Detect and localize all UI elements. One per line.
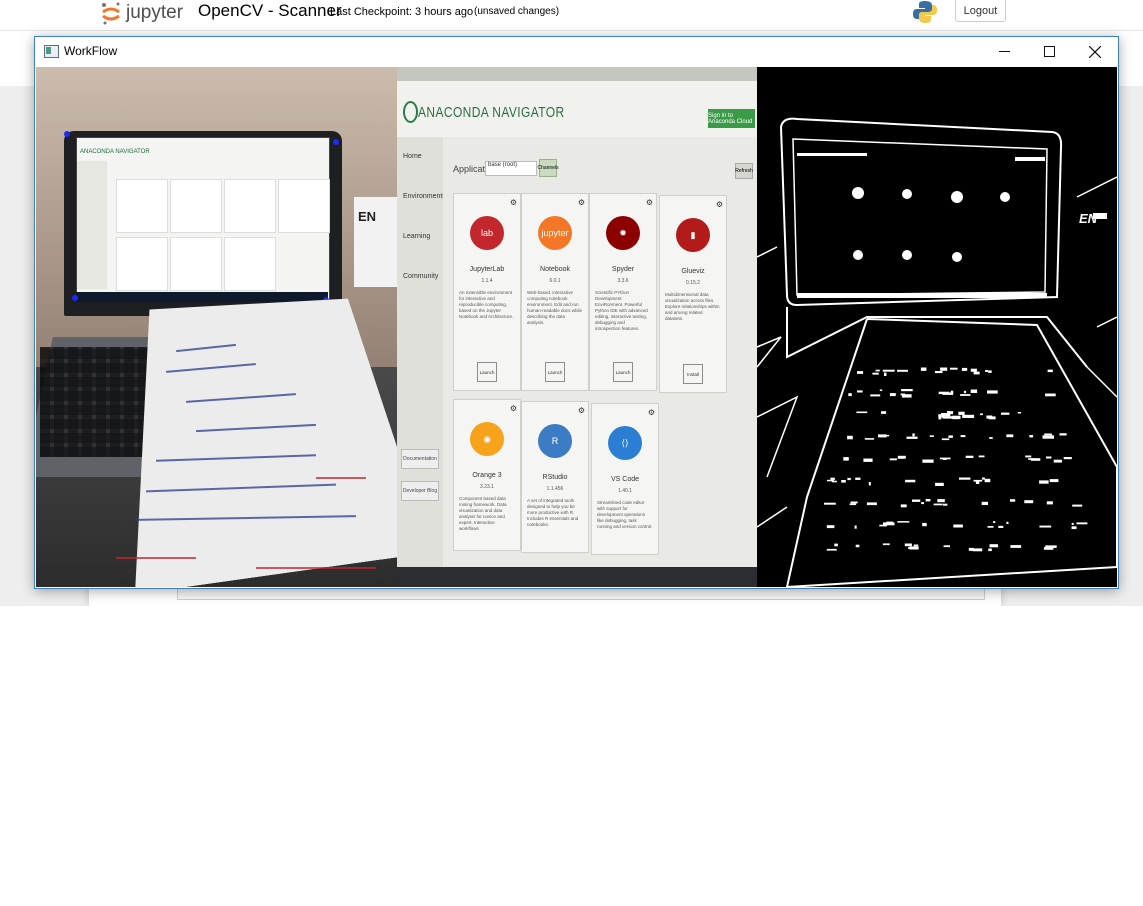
laptop-taskbar: [76, 292, 328, 302]
app-name: JupyterLab: [469, 266, 505, 273]
notebook-title[interactable]: OpenCV - Scanner: [198, 1, 342, 21]
app-name: Orange 3: [472, 472, 502, 479]
documentation-button: Documentation: [401, 449, 439, 469]
channels-button: Channels: [537, 159, 559, 177]
minimize-icon: [998, 51, 1010, 52]
box-brand-text: EN: [358, 209, 377, 224]
gear-icon: ⚙: [715, 200, 723, 209]
app-icon: ◉: [470, 422, 504, 456]
jupyter-logo[interactable]: jupyter: [100, 0, 183, 26]
scan-bottom-taskbar: [397, 567, 757, 587]
environment-select: base (root): [485, 161, 537, 176]
sidebar-item-community: Community: [403, 273, 439, 280]
gear-icon: ⚙: [509, 198, 517, 207]
signin-button: Sign in to Anaconda Cloud: [708, 109, 755, 128]
app-name: Notebook: [540, 266, 570, 273]
app-tile: ⚙ ⟨⟩ VS Code 1.40.1 Streamlined code editor …: [591, 403, 659, 555]
app-icon: ✹: [606, 216, 640, 250]
page-bottom: [0, 606, 1143, 906]
sidebar-item-learning: Learning: [403, 233, 431, 240]
app-name: RStudio: [542, 474, 568, 481]
corner-marker: [333, 139, 339, 145]
workflow-image-canvas: EN ANACONDA NAVIGATOR ANACONDA NAVIGATOR…: [36, 67, 1117, 587]
minimize-button[interactable]: [981, 37, 1027, 66]
app-version: 1.40.1: [618, 488, 632, 494]
app-tile: ⚙ ◉ Orange 3 3.23.1 Component based data min…: [453, 399, 521, 551]
app-description: Multidimensional data visualization acro…: [665, 292, 720, 321]
app-version: 3.23.1: [480, 484, 494, 490]
jupyter-logo-word: jupyter: [126, 2, 184, 23]
close-icon: [1089, 45, 1101, 58]
mini-navigator-title: ANACONDA NAVIGATOR: [80, 149, 150, 155]
warped-scan-panel: ANACONDA NAVIGATOR Sign in to Anaconda C…: [397, 67, 757, 587]
developer-blog-button: Developer Blog: [401, 481, 439, 501]
app-icon: R: [538, 424, 572, 458]
edge-detection-panel: EN: [757, 67, 1117, 587]
app-version: 0.15.2: [686, 280, 700, 286]
app-action-button: Launch: [477, 362, 497, 382]
jupyter-logo-icon: [102, 2, 120, 25]
window-title: WorkFlow: [64, 44, 118, 58]
app-tile: ⚙ R RStudio 1.1.456 A set of integrated tool…: [521, 401, 589, 553]
window-titlebar[interactable]: WorkFlow: [35, 37, 1118, 67]
gear-icon: ⚙: [647, 408, 655, 417]
corner-marker: [72, 295, 78, 301]
app-description: Component based data mining framework. D…: [459, 496, 507, 531]
checkpoint-status: Last Checkpoint: 3 hours ago: [330, 6, 474, 18]
edge-map: EN: [757, 117, 1117, 587]
gear-icon: ⚙: [509, 404, 517, 413]
app-version: 1.1.456: [546, 486, 564, 492]
app-action-button: Launch: [613, 362, 633, 382]
app-tile: ⚙ ▮ Glueviz 0.15.2 Multidimensional data vis…: [659, 195, 727, 393]
app-tile: ⚙ jupyter Notebook 6.0.1 Web-based, interact…: [521, 193, 589, 391]
unsaved-status: (unsaved changes): [474, 6, 560, 17]
app-version: 3.3.6: [617, 278, 629, 284]
maximize-icon: [1043, 46, 1055, 57]
anaconda-logo-icon: [403, 101, 418, 123]
navigator-sidebar: [397, 137, 443, 567]
app-icon: ⟨⟩: [608, 426, 642, 460]
app-icon: ▮: [676, 218, 710, 252]
refresh-button: Refresh: [735, 163, 753, 179]
edge-brand-text: EN: [1079, 211, 1098, 226]
gear-icon: ⚙: [577, 198, 585, 207]
python-kernel-icon: [913, 1, 937, 23]
app-description: Web-based, interactive computing noteboo…: [527, 290, 583, 325]
corner-marker: [64, 131, 70, 137]
app-description: Streamlined code editor with support for…: [597, 500, 653, 529]
app-name: Spyder: [611, 266, 635, 273]
app-icon: jupyter: [538, 216, 572, 250]
app-tile: ⚙ lab JupyterLab 1.1.4 An extensible environ…: [453, 193, 521, 391]
app-name: Glueviz: [681, 268, 705, 275]
sidebar-item-home: Home: [403, 153, 422, 160]
gear-icon: ⚙: [577, 406, 585, 415]
app-version: 1.1.4: [481, 278, 493, 284]
maximize-button[interactable]: [1026, 37, 1072, 66]
close-button[interactable]: [1072, 37, 1118, 66]
app-description: Scientific PYthon Development EnviRonmen…: [595, 290, 648, 331]
notebook-cell[interactable]: [177, 588, 985, 600]
app-version: 6.0.1: [549, 278, 561, 284]
gear-icon: ⚙: [645, 198, 653, 207]
sidebar-item-environments: Environments: [403, 193, 446, 200]
logout-button[interactable]: Logout: [955, 0, 1006, 22]
app-description: A set of integrated tools designed to he…: [527, 498, 579, 527]
navigator-logo-text: ANACONDA NAVIGATOR: [418, 104, 565, 121]
window-app-icon: [44, 45, 59, 58]
app-description: An extensible environment for interactiv…: [459, 290, 514, 319]
app-action-button: Launch: [545, 362, 565, 382]
workflow-window[interactable]: WorkFlow EN ANACONDA NAVIGATOR ANACONDA …: [34, 36, 1119, 589]
app-name: VS Code: [610, 476, 640, 483]
app-tile: ⚙ ✹ Spyder 3.3.6 Scientific PYthon Developme…: [589, 193, 657, 391]
app-action-button: Install: [683, 364, 703, 384]
original-photo-panel: EN ANACONDA NAVIGATOR: [36, 67, 397, 587]
app-icon: lab: [470, 216, 504, 250]
jupyter-header: jupyter OpenCV - Scanner Last Checkpoint…: [0, 0, 1143, 30]
